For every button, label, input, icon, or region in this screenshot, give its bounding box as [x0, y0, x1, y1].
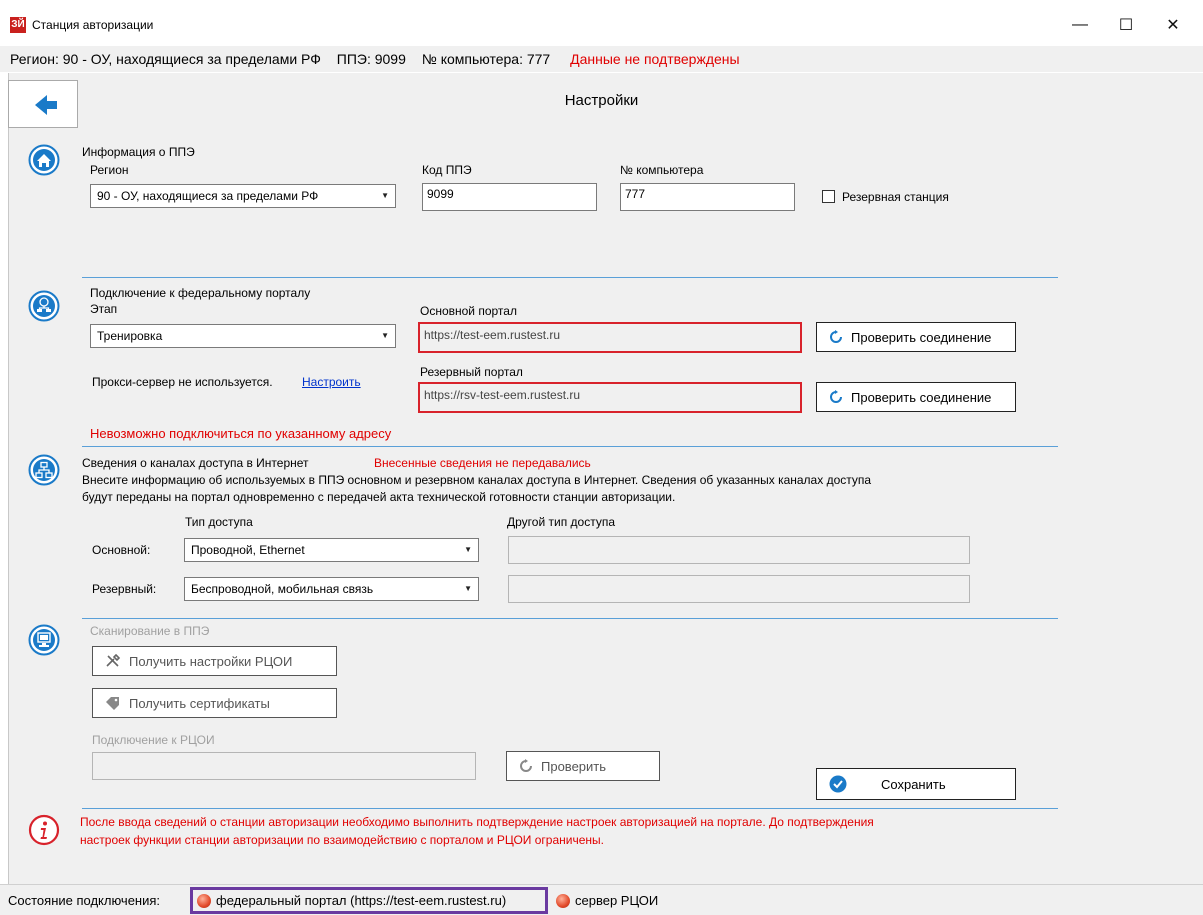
- check-reserve-portal-label: Проверить соединение: [851, 389, 992, 405]
- close-button[interactable]: ✕: [1150, 10, 1196, 40]
- network-globe-icon: [28, 290, 60, 322]
- rcoi-connection-label: Подключение к РЦОИ: [92, 733, 215, 747]
- computer-number-label: № компьютера: [620, 163, 704, 177]
- portal-section-title: Подключение к федеральному порталу: [90, 286, 311, 300]
- home-icon: [28, 144, 60, 176]
- status-portal-text: федеральный портал (https://test-eem.rus…: [216, 893, 507, 908]
- window-title: Станция авторизации: [32, 18, 154, 32]
- reserve-station-label: Резервная станция: [842, 190, 949, 204]
- status-rcoi: сервер РЦОИ: [556, 893, 658, 908]
- title-bar: [0, 0, 1203, 45]
- scan-section-title: Сканирование в ППЭ: [90, 624, 210, 638]
- channels-description-line2: будут переданы на портал одновременно с …: [82, 490, 676, 504]
- computer-number-input[interactable]: 777: [620, 183, 795, 211]
- save-button[interactable]: Сохранить: [816, 768, 1016, 800]
- region-select[interactable]: 90 - ОУ, находящиеся за пределами РФ ▼: [90, 184, 396, 208]
- info-warning: Данные не подтверждены: [570, 51, 740, 67]
- stage-select[interactable]: Тренировка ▼: [90, 324, 396, 348]
- checkmark-icon: [829, 775, 847, 793]
- main-channel-select-value: Проводной, Ethernet: [191, 543, 305, 557]
- region-label: Регион: [90, 163, 129, 177]
- check-rcoi-label: Проверить: [541, 758, 607, 774]
- rcoi-connection-input[interactable]: [92, 752, 476, 780]
- channels-status-text: Внесенные сведения не передавались: [374, 456, 591, 470]
- save-label: Сохранить: [881, 776, 946, 792]
- main-portal-label: Основной портал: [420, 304, 517, 318]
- computer-icon: [28, 624, 60, 656]
- status-portal: федеральный портал (https://test-eem.rus…: [190, 887, 548, 914]
- status-rcoi-text: сервер РЦОИ: [575, 893, 659, 908]
- refresh-icon: [829, 330, 843, 344]
- reserve-portal-label: Резервный портал: [420, 365, 523, 379]
- dropdown-arrow-icon: ▼: [381, 191, 389, 200]
- ppe-info-title: Информация о ППЭ: [82, 145, 195, 159]
- channels-description-line1: Внесите информацию об используемых в ППЭ…: [82, 473, 872, 487]
- connection-error-text: Невозможно подключиться по указанному ад…: [90, 426, 392, 441]
- refresh-icon: [519, 759, 533, 773]
- info-icon: [28, 814, 60, 846]
- check-rcoi-button[interactable]: Проверить: [506, 751, 660, 781]
- region-select-value: 90 - ОУ, находящиеся за пределами РФ: [97, 189, 319, 203]
- get-rcoi-settings-label: Получить настройки РЦОИ: [129, 653, 293, 669]
- minimize-button[interactable]: —: [1057, 10, 1103, 40]
- reserve-channel-select[interactable]: Беспроводной, мобильная связь ▼: [184, 577, 479, 601]
- reserve-portal-input[interactable]: https://rsv-test-eem.rustest.ru: [418, 382, 802, 413]
- maximize-button[interactable]: ☐: [1103, 10, 1149, 40]
- section-divider: [82, 808, 1058, 809]
- status-dot-icon: [197, 893, 211, 908]
- section-divider: [82, 277, 1058, 278]
- get-certificates-label: Получить сертификаты: [129, 695, 270, 711]
- dropdown-arrow-icon: ▼: [381, 331, 389, 340]
- info-ppe: ППЭ: 9099: [336, 51, 406, 67]
- reserve-channel-select-value: Беспроводной, мобильная связь: [191, 582, 374, 596]
- stage-label: Этап: [90, 302, 118, 316]
- section-divider: [82, 446, 1058, 447]
- tags-icon: [105, 696, 121, 710]
- stage-select-value: Тренировка: [97, 329, 163, 343]
- main-portal-input[interactable]: https://test-eem.rustest.ru: [418, 322, 802, 353]
- main-channel-select[interactable]: Проводной, Ethernet ▼: [184, 538, 479, 562]
- get-certificates-button[interactable]: Получить сертификаты: [92, 688, 337, 718]
- reserve-channel-other-input[interactable]: [508, 575, 970, 603]
- reserve-station-checkbox[interactable]: [822, 190, 835, 203]
- info-region: Регион: 90 - ОУ, находящиеся за пределам…: [10, 51, 321, 67]
- page-title: Настройки: [564, 92, 639, 109]
- proxy-settings-link[interactable]: Настроить: [302, 375, 361, 389]
- notice-line2: настроек функции станции авторизации по …: [80, 833, 604, 847]
- main-channel-label: Основной:: [92, 543, 151, 557]
- info-computer: № компьютера: 777: [421, 51, 551, 67]
- notice-line1: После ввода сведений о станции авторизац…: [80, 815, 874, 829]
- status-dot-icon: [556, 893, 570, 908]
- hierarchy-icon: [28, 454, 60, 486]
- check-reserve-portal-button[interactable]: Проверить соединение: [816, 382, 1016, 412]
- app-logo-icon: ЗЙ: [10, 17, 26, 33]
- section-divider: [82, 618, 1058, 619]
- get-rcoi-settings-button[interactable]: Получить настройки РЦОИ: [92, 646, 337, 676]
- check-main-portal-button[interactable]: Проверить соединение: [816, 322, 1016, 352]
- refresh-icon: [829, 390, 843, 404]
- tools-icon: [105, 654, 121, 668]
- dropdown-arrow-icon: ▼: [464, 545, 472, 554]
- other-access-type-label: Другой тип доступа: [507, 515, 615, 529]
- reserve-channel-label: Резервный:: [92, 582, 157, 596]
- check-main-portal-label: Проверить соединение: [851, 329, 992, 345]
- status-bar: Состояние подключения: федеральный порта…: [0, 884, 1203, 915]
- status-label: Состояние подключения:: [8, 893, 161, 908]
- ppe-code-label: Код ППЭ: [422, 163, 472, 177]
- access-type-label: Тип доступа: [185, 515, 253, 529]
- proxy-status-text: Прокси-сервер не используется.: [92, 375, 273, 389]
- main-channel-other-input[interactable]: [508, 536, 970, 564]
- ppe-code-input[interactable]: 9099: [422, 183, 597, 211]
- dropdown-arrow-icon: ▼: [464, 584, 472, 593]
- channels-section-title: Сведения о каналах доступа в Интернет: [82, 456, 309, 470]
- info-bar: Регион: 90 - ОУ, находящиеся за пределам…: [0, 46, 1203, 72]
